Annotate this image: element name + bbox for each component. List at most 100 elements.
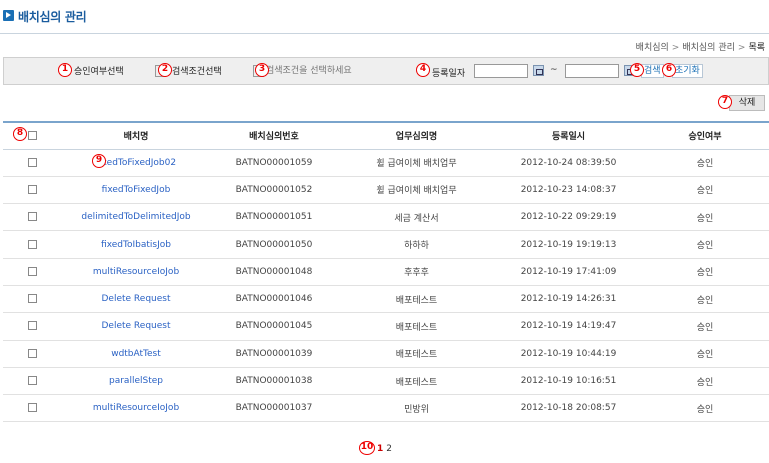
approval-status-cell: 승인 <box>641 394 769 423</box>
batch-name-link[interactable]: fixedToFixedJob <box>102 185 171 195</box>
approval-status-cell: 승인 <box>641 258 769 286</box>
row-checkbox[interactable] <box>27 184 37 194</box>
row-checkbox-cell <box>3 230 61 259</box>
row-checkbox[interactable] <box>27 294 37 304</box>
table-row: wdtbAtTest BATNO00001039 배포테스트 2012-10-19 1… <box>3 340 769 368</box>
batch-name-link[interactable]: Delete Request <box>102 294 171 304</box>
approval-status-cell: 승인 <box>641 203 769 232</box>
search-panel: 승인여부선택 검색조건선택 등록일자 ~ 검색 초기화 <box>3 57 769 85</box>
row-checkbox-cell <box>3 367 61 396</box>
breadcrumb-item[interactable]: 배치심의 관리 <box>682 43 735 53</box>
annotation-marker: 9 <box>92 154 106 168</box>
registered-at-cell: 2012-10-24 08:39:50 <box>496 149 641 177</box>
approval-status-cell: 승인 <box>641 367 769 396</box>
approval-status-select[interactable]: 승인여부선택 <box>74 64 166 78</box>
annotation-marker: 1 <box>58 63 72 77</box>
batch-name-cell: multiResourceIoJob <box>61 394 211 423</box>
reset-button[interactable]: 초기화 <box>672 64 703 78</box>
search-condition-select-value: 검색조건선택 <box>172 67 222 77</box>
task-name-cell: 휠 급여이체 배치업무 <box>337 149 496 177</box>
batch-review-table: 배치명 배치심의번호 업무심의명 등록일시 승인여부 fixedToFixedJ… <box>3 121 769 423</box>
regdate-to-input[interactable] <box>565 64 619 78</box>
breadcrumb-item[interactable]: 배치심의 <box>636 43 669 53</box>
review-no-cell: BATNO00001039 <box>211 340 337 368</box>
annotation-marker: 6 <box>662 63 676 77</box>
delete-button[interactable]: 삭제 <box>729 95 765 111</box>
row-checkbox-cell <box>3 258 61 286</box>
registered-at-cell: 2012-10-19 10:44:19 <box>496 340 641 368</box>
select-all-cell <box>3 121 61 150</box>
column-header-review-no[interactable]: 배치심의번호 <box>211 121 337 150</box>
review-no-cell: BATNO00001059 <box>211 149 337 177</box>
pagination: 12 <box>377 444 392 454</box>
page-link[interactable]: 2 <box>386 444 392 454</box>
registered-at-cell: 2012-10-19 10:16:51 <box>496 367 641 396</box>
row-checkbox[interactable] <box>27 348 37 358</box>
column-header-approval[interactable]: 승인여부 <box>641 121 769 150</box>
select-all-checkbox[interactable] <box>27 130 37 140</box>
annotation-marker: 2 <box>158 63 172 77</box>
title-arrow-icon <box>3 10 14 21</box>
batch-name-cell: Delete Request <box>61 312 211 341</box>
search-condition-select[interactable]: 검색조건선택 <box>172 64 264 78</box>
annotation-marker: 4 <box>416 63 430 77</box>
batch-name-cell: wdtbAtTest <box>61 340 211 368</box>
column-header-task-name[interactable]: 업무심의명 <box>337 121 496 150</box>
row-checkbox[interactable] <box>27 239 37 249</box>
batch-name-link[interactable]: Delete Request <box>102 321 171 331</box>
batch-name-link[interactable]: delimitedToDelimitedJob <box>81 212 190 222</box>
regdate-from-input[interactable] <box>474 64 528 78</box>
breadcrumb-current: 목록 <box>748 43 765 53</box>
batch-name-link[interactable]: parallelStep <box>109 376 163 386</box>
search-keyword-input[interactable] <box>266 64 416 78</box>
review-no-cell: BATNO00001038 <box>211 367 337 396</box>
column-header-registered-at[interactable]: 등록일시 <box>496 121 641 150</box>
registered-at-cell: 2012-10-19 14:19:47 <box>496 312 641 341</box>
breadcrumb-separator: > <box>737 43 746 53</box>
registered-at-cell: 2012-10-19 14:26:31 <box>496 285 641 314</box>
task-name-cell: 배포테스트 <box>337 367 496 396</box>
table-row: fixedToIbatisJob BATNO00001050 하하하 2012-10-… <box>3 230 769 259</box>
batch-name-link[interactable]: fixedToIbatisJob <box>101 240 171 250</box>
review-no-cell: BATNO00001045 <box>211 312 337 341</box>
row-checkbox[interactable] <box>27 266 37 276</box>
batch-name-link[interactable]: multiResourceIoJob <box>93 267 179 277</box>
row-checkbox[interactable] <box>27 376 37 386</box>
breadcrumb: 배치심의 > 배치심의 관리 > 목록 <box>636 40 765 53</box>
annotation-marker: 3 <box>255 63 269 77</box>
review-no-cell: BATNO00001037 <box>211 394 337 423</box>
search-button[interactable]: 검색 <box>641 64 664 78</box>
approval-status-cell: 승인 <box>641 285 769 314</box>
review-no-cell: BATNO00001048 <box>211 258 337 286</box>
review-no-cell: BATNO00001052 <box>211 176 337 205</box>
batch-name-cell: multiResourceIoJob <box>61 258 211 286</box>
task-name-cell: 세금 계산서 <box>337 203 496 232</box>
review-no-cell: BATNO00001051 <box>211 203 337 232</box>
table-row: multiResourceIoJob BATNO00001048 후후후 2012-1… <box>3 258 769 286</box>
page-header: 배치심의 관리 <box>0 6 769 34</box>
title-divider <box>0 33 769 34</box>
batch-name-link[interactable]: wdtbAtTest <box>111 349 161 359</box>
batch-name-cell: Delete Request <box>61 285 211 314</box>
approval-status-cell: 승인 <box>641 176 769 205</box>
row-checkbox[interactable] <box>27 212 37 222</box>
row-checkbox[interactable] <box>27 157 37 167</box>
table-row: multiResourceIoJob BATNO00001037 민방위 2012-1… <box>3 394 769 423</box>
calendar-icon[interactable] <box>533 65 544 76</box>
approval-status-select-value: 승인여부선택 <box>74 67 124 77</box>
row-checkbox-cell <box>3 285 61 314</box>
batch-name-cell: fixedToFixedJob02 <box>61 149 211 177</box>
row-checkbox-cell <box>3 340 61 368</box>
column-header-batch-name[interactable]: 배치명 <box>61 121 211 150</box>
row-checkbox[interactable] <box>27 403 37 413</box>
page-title: 배치심의 관리 <box>18 10 87 24</box>
table-header-row: 배치명 배치심의번호 업무심의명 등록일시 승인여부 <box>3 121 769 150</box>
regdate-label: 등록일자 <box>432 69 466 79</box>
batch-name-link[interactable]: multiResourceIoJob <box>93 403 179 413</box>
table-row: parallelStep BATNO00001038 배포테스트 2012-10-19… <box>3 367 769 396</box>
approval-status-cell: 승인 <box>641 149 769 177</box>
row-checkbox[interactable] <box>27 321 37 331</box>
batch-name-link[interactable]: fixedToFixedJob02 <box>96 158 176 168</box>
task-name-cell: 배포테스트 <box>337 340 496 368</box>
breadcrumb-separator: > <box>671 43 680 53</box>
